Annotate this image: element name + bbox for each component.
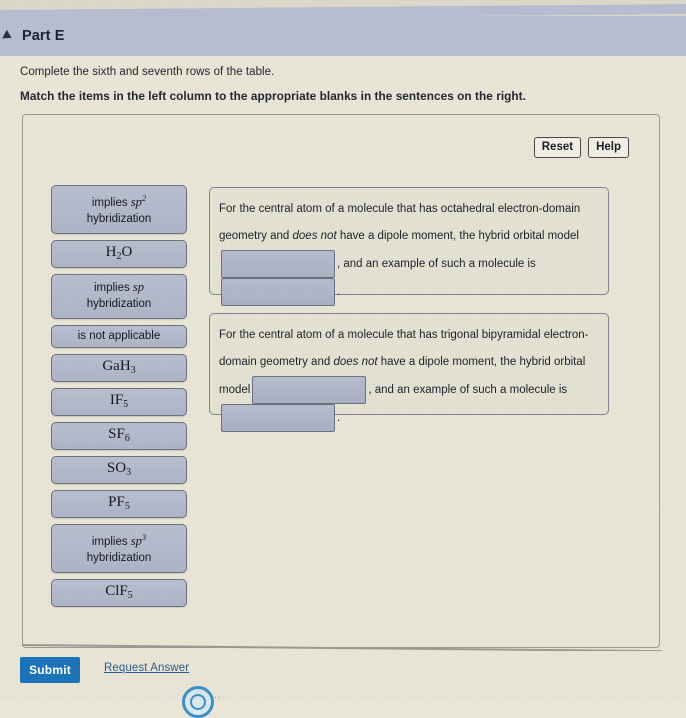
badge-dots: .. [214, 690, 222, 701]
draggable-item-column: implies sp2 hybridization H2O implies sp hyb… [51, 185, 189, 613]
panel-toolbar: Reset Help [533, 137, 629, 158]
item-label: implies sp hybridization [86, 280, 152, 310]
draggable-item-gah3[interactable]: GaH3 [51, 354, 187, 383]
page-title: Part E [22, 28, 65, 44]
sentence-text-part3: , and an example of such a [368, 384, 507, 397]
item-label: implies sp3 hybridization [86, 532, 152, 564]
draggable-item-h2o[interactable]: H2O [51, 240, 187, 269]
draggable-item-implies-sp2[interactable]: implies sp2 hybridization [51, 185, 187, 235]
item-label: H2O [105, 244, 133, 263]
sentence-text-part3: , and an example of such a molecule is [337, 258, 536, 271]
instruction-line-2: Match the items in the left column to th… [20, 89, 526, 103]
item-label: implies sp2 hybridization [86, 193, 152, 225]
item-label: is not applicable [77, 330, 161, 343]
reset-button[interactable]: Reset [533, 137, 582, 158]
circle-badge-icon [182, 686, 214, 718]
drop-blank-octahedral-model[interactable] [221, 250, 335, 278]
sentence-text-part3b: molecule is [509, 384, 568, 397]
drop-blank-trigonal-example[interactable] [221, 404, 335, 433]
part-header-bar: Part E [0, 16, 686, 56]
item-label: IF5 [109, 392, 129, 411]
draggable-item-if5[interactable]: IF5 [51, 388, 187, 417]
drop-blank-octahedral-example[interactable] [221, 278, 335, 307]
drop-blank-trigonal-model[interactable] [252, 376, 367, 404]
sentence-text-part4: . [337, 286, 341, 299]
item-label: ClF5 [105, 583, 133, 602]
item-label: GaH3 [102, 358, 136, 377]
sentence-text-part4: . [337, 412, 341, 425]
sentence-emphasis: does not [333, 356, 378, 368]
instruction-line-1: Complete the sixth and seventh rows of t… [20, 66, 275, 78]
sentence-box-trigonal-bipyramidal: For the central atom of a molecule that … [209, 313, 609, 433]
help-button[interactable]: Help [588, 137, 629, 158]
draggable-item-clf5[interactable]: ClF5 [51, 579, 187, 608]
draggable-item-sf6[interactable]: SF6 [51, 422, 187, 451]
sentence-box-octahedral: For the central atom of a molecule that … [209, 187, 609, 307]
submit-button[interactable]: Submit [20, 657, 80, 683]
panel-bottom-edge [22, 644, 662, 651]
request-answer-link[interactable]: Request Answer [104, 662, 189, 674]
matching-exercise-panel: Reset Help implies sp2 hybridization H2O im… [22, 114, 660, 648]
triangle-down-icon[interactable] [2, 29, 14, 43]
sentence-text-part2: have a dipole moment, the hybrid orbital… [336, 230, 579, 242]
item-label: PF5 [108, 494, 130, 513]
draggable-item-not-applicable[interactable]: is not applicable [51, 325, 187, 349]
item-label: SO3 [106, 460, 132, 479]
draggable-item-so3[interactable]: SO3 [51, 456, 187, 485]
draggable-item-pf5[interactable]: PF5 [51, 490, 187, 519]
sentence-emphasis: does not [292, 230, 337, 242]
item-label: SF6 [108, 426, 130, 445]
draggable-item-implies-sp3[interactable]: implies sp3 hybridization [51, 524, 187, 574]
draggable-item-implies-sp[interactable]: implies sp hybridization [51, 274, 187, 320]
